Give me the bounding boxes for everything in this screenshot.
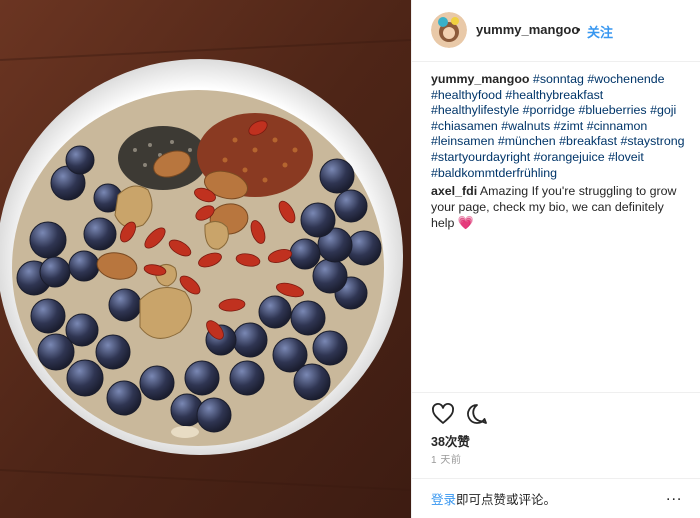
comment-item: axel_fdi Amazing If you're struggling to… — [431, 184, 689, 232]
hashtag-link[interactable]: #orangejuice — [534, 150, 605, 164]
hashtag-link[interactable]: #leinsamen — [431, 134, 494, 148]
hashtag-link[interactable]: #walnuts — [501, 119, 550, 133]
more-options-button[interactable]: ... — [666, 487, 682, 505]
porridge-bowl-image — [0, 0, 411, 518]
avatar-image — [431, 12, 467, 48]
heart-icon — [432, 403, 454, 424]
avatar[interactable] — [431, 12, 467, 48]
likes-count[interactable]: 38次赞 — [431, 431, 470, 450]
post-photo[interactable] — [0, 0, 411, 518]
comment-username[interactable]: axel_fdi — [431, 184, 477, 198]
hashtag-link[interactable]: #startyourdayright — [431, 150, 530, 164]
hashtag-link[interactable]: #porridge — [523, 103, 575, 117]
hashtag-link[interactable]: #cinnamon — [587, 119, 648, 133]
hashtag-link[interactable]: #healthyfood — [431, 88, 502, 102]
hashtag-link[interactable]: #münchen — [498, 134, 556, 148]
comments-section: yummy_mangoo #sonntag #wochenende #healt… — [431, 72, 689, 235]
pink-heart-icon: 💗 — [457, 215, 475, 231]
login-prompt: 登录即可点赞或评论。 — [431, 489, 556, 508]
post-footer: 登录即可点赞或评论。 ... — [412, 478, 700, 518]
hashtag-link[interactable]: #goji — [650, 103, 676, 117]
hashtag-link[interactable]: #wochenende — [587, 72, 664, 86]
hashtag-link[interactable]: #baldkommtderfrühling — [431, 166, 557, 180]
header-separator: • — [576, 22, 581, 37]
hashtag-link[interactable]: #loveit — [608, 150, 644, 164]
hashtag-link[interactable]: #chiasamen — [431, 119, 498, 133]
caption-username[interactable]: yummy_mangoo — [431, 72, 529, 86]
post-timestamp[interactable]: 1 天前 — [431, 451, 461, 466]
hashtag-link[interactable]: #blueberries — [578, 103, 646, 117]
hashtag-link[interactable]: #zimt — [554, 119, 584, 133]
caption-hashtags: #sonntag #wochenende #healthyfood #healt… — [431, 72, 685, 180]
post-header: yummy_mangoo • 关注 — [412, 0, 700, 62]
follow-button[interactable]: 关注 — [587, 22, 613, 41]
like-button[interactable] — [431, 402, 455, 426]
login-link[interactable]: 登录 — [431, 493, 456, 507]
login-prompt-text: 即可点赞或评论。 — [456, 493, 557, 507]
comment-icon — [467, 404, 487, 424]
post-sidebar: yummy_mangoo • 关注 yummy_mangoo #sonntag … — [411, 0, 700, 518]
hashtag-link[interactable]: #healthybreakfast — [505, 88, 603, 102]
hashtag-link[interactable]: #breakfast — [559, 134, 617, 148]
comment-button[interactable] — [465, 402, 489, 426]
hashtag-link[interactable]: #staystrong — [620, 134, 684, 148]
action-bar — [412, 392, 700, 432]
caption: yummy_mangoo #sonntag #wochenende #healt… — [431, 72, 689, 181]
header-username[interactable]: yummy_mangoo — [476, 22, 579, 37]
hashtag-link[interactable]: #healthylifestyle — [431, 103, 519, 117]
hashtag-link[interactable]: #sonntag — [533, 72, 584, 86]
